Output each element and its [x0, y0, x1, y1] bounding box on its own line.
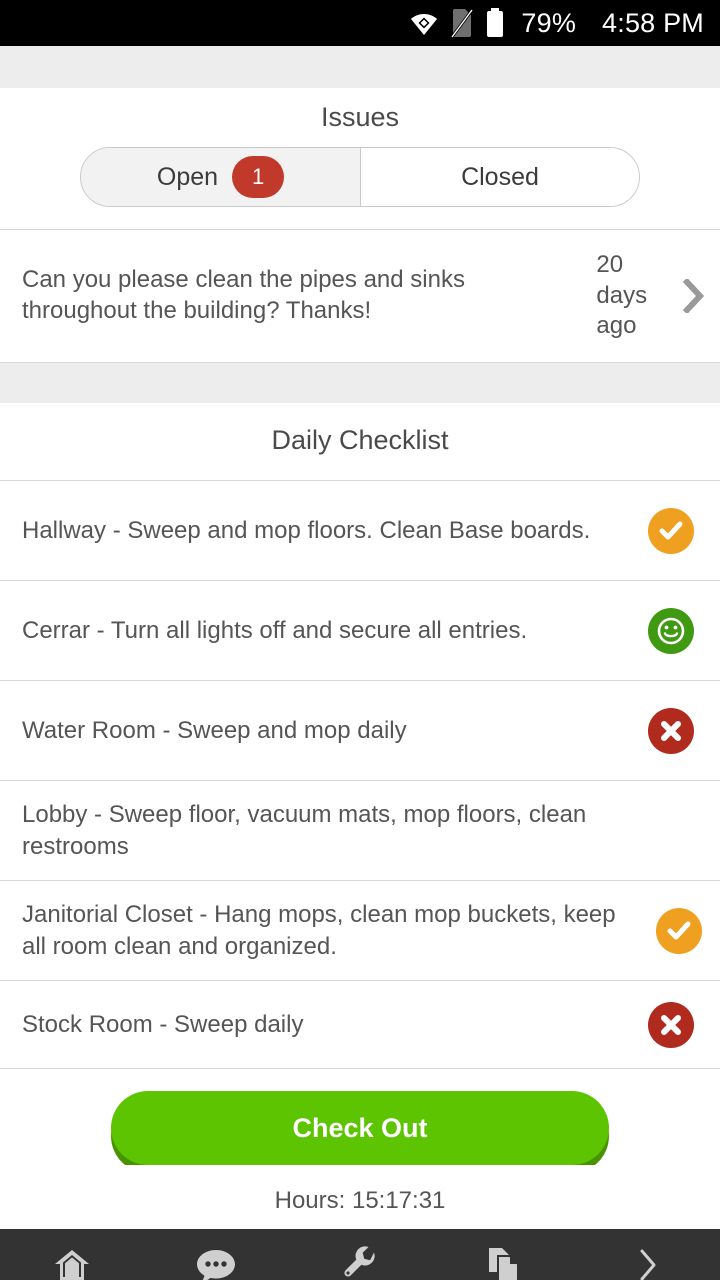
issues-segmented-control[interactable]: Open 1 Closed: [80, 147, 640, 207]
checklist-item[interactable]: Hallway - Sweep and mop floors. Clean Ba…: [0, 481, 720, 582]
check-out-button[interactable]: Check Out: [111, 1091, 609, 1166]
checklist-item-status[interactable]: [640, 707, 702, 754]
issue-text: Can you please clean the pipes and sinks…: [22, 266, 465, 325]
checklist-item-label: Cerrar - Turn all lights off and secure …: [22, 617, 528, 645]
battery-percent-label: 79%: [521, 7, 577, 38]
section-spacer: [0, 363, 720, 404]
check-circle-icon: [648, 507, 694, 554]
checklist-item-label: Water Room - Sweep and mop daily: [22, 717, 407, 745]
nav-item-inspections[interactable]: Inspections: [432, 1229, 576, 1280]
issues-header: Issues Open 1 Closed: [0, 88, 720, 229]
checklist-item[interactable]: Lobby - Sweep floor, vacuum mats, mop fl…: [0, 781, 720, 882]
status-bar: 79% 4:58 PM: [0, 0, 720, 46]
wrench-icon: [341, 1243, 379, 1280]
documents-icon: [486, 1243, 522, 1280]
chevron-right-icon: [635, 1243, 661, 1280]
checklist: Hallway - Sweep and mop floors. Clean Ba…: [0, 481, 720, 1070]
tab-closed-label: Closed: [461, 162, 539, 191]
wifi-icon: [409, 8, 439, 38]
top-gray-band: [0, 46, 720, 88]
x-circle-icon: [648, 707, 694, 754]
x-circle-icon: [648, 1001, 694, 1048]
tab-closed[interactable]: Closed: [360, 148, 639, 206]
sim-card-off-icon: [451, 8, 474, 38]
chevron-right-icon[interactable]: [682, 279, 706, 314]
checklist-item[interactable]: Water Room - Sweep and mop daily: [0, 681, 720, 782]
checklist-item-label: Stock Room - Sweep daily: [22, 1011, 304, 1039]
page-title: Issues: [320, 102, 400, 132]
home-icon: [52, 1243, 92, 1280]
checklist-item-status[interactable]: [640, 507, 702, 554]
open-count-badge: 1: [232, 156, 285, 198]
app-root: 79% 4:58 PM Issues Open 1 Closed Can you…: [0, 0, 720, 1280]
checklist-item-label: Lobby - Sweep floor, vacuum mats, mop fl…: [22, 801, 587, 860]
checklist-item[interactable]: Janitorial Closet - Hang mops, clean mop…: [0, 881, 720, 982]
chat-bubble-icon: [195, 1243, 237, 1280]
segmented-control-wrap: Open 1 Closed: [0, 147, 720, 229]
tab-open-label: Open: [156, 162, 219, 191]
tab-open[interactable]: Open 1: [81, 148, 360, 206]
hours-label: Hours: 15:17:31: [0, 1165, 720, 1230]
checklist-item[interactable]: Cerrar - Turn all lights off and secure …: [0, 581, 720, 682]
issue-timestamp: 20 days ago: [596, 251, 648, 340]
nav-item-home[interactable]: Home: [0, 1229, 144, 1280]
checklist-title: Daily Checklist: [0, 403, 720, 482]
checklist-item-label: Janitorial Closet - Hang mops, clean mop…: [22, 901, 616, 960]
bottom-navigation-bar: Home Messaging Report an Issue Inspectio…: [0, 1229, 720, 1280]
issue-list-item[interactable]: Can you please clean the pipes and sinks…: [0, 229, 720, 364]
checklist-item-label: Hallway - Sweep and mop floors. Clean Ba…: [22, 517, 591, 545]
checklist-item-status[interactable]: [656, 907, 702, 954]
status-bar-icons: 79% 4:58 PM: [409, 8, 704, 39]
checkout-button-wrap: Check Out: [0, 1069, 720, 1166]
battery-icon: [485, 8, 505, 38]
checklist-item[interactable]: Stock Room - Sweep daily: [0, 981, 720, 1070]
clock-label: 4:58 PM: [602, 7, 704, 38]
checklist-item-status[interactable]: [640, 1001, 702, 1048]
nav-item-messaging[interactable]: Messaging: [144, 1229, 288, 1280]
nav-item-report-issue[interactable]: Report an Issue: [288, 1229, 432, 1280]
nav-item-more[interactable]: More: [576, 1229, 720, 1280]
checklist-item-status[interactable]: [640, 607, 702, 654]
smiley-face-icon: [648, 607, 694, 654]
check-circle-icon: [656, 907, 702, 954]
